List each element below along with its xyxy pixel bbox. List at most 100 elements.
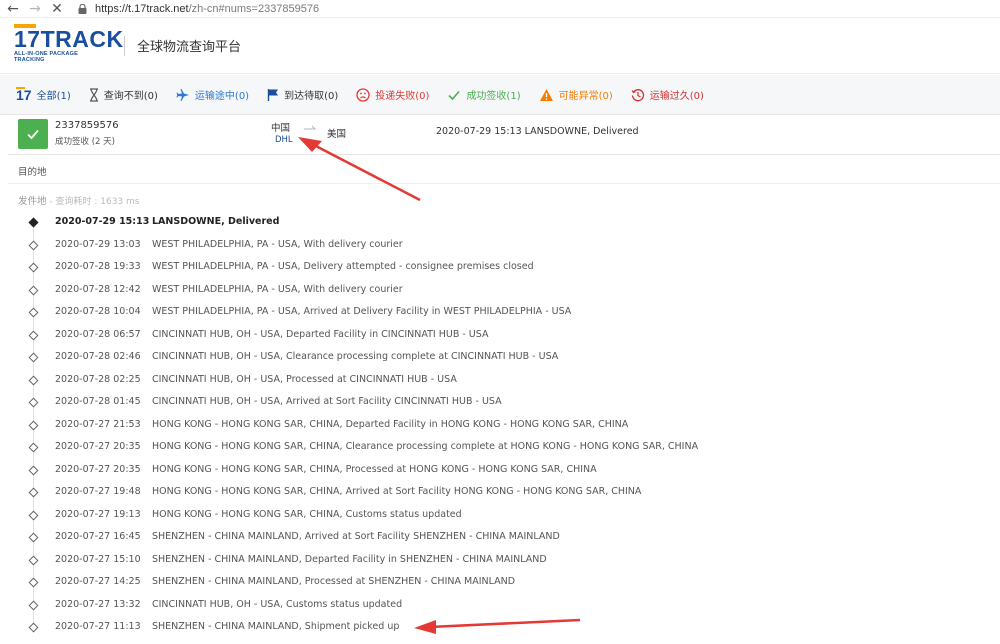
- tab-all[interactable]: 17 全部(1): [16, 75, 71, 115]
- event-datetime: 2020-07-28 12:42: [55, 283, 141, 295]
- tab-expired[interactable]: 运输过久(0): [631, 75, 704, 115]
- 17track-icon: 17: [16, 86, 32, 103]
- tab-label: 全部(1): [36, 91, 71, 102]
- timeline-event: 2020-07-29 15:13 LANSDOWNE, Delivered: [0, 211, 1000, 233]
- close-icon[interactable]: ✕: [48, 0, 66, 18]
- timeline-event: 2020-07-27 16:45 SHENZHEN - CHINA MAINLAN…: [0, 526, 1000, 548]
- event-description: SHENZHEN - CHINA MAINLAND, Shipment pick…: [152, 621, 400, 632]
- timeline-event: 2020-07-28 01:45 CINCINNATI HUB, OH - USA…: [0, 391, 1000, 413]
- logo-number: 17: [14, 26, 41, 52]
- event-datetime: 2020-07-27 16:45: [55, 531, 141, 542]
- timeline-event: 2020-07-28 19:33 WEST PHILADELPHIA, PA - …: [0, 256, 1000, 278]
- hourglass-icon: [89, 87, 99, 102]
- package-summary[interactable]: 2337859576 成功签收 (2 天) 中国 DHL 美国 2020-07-…: [8, 115, 1000, 155]
- timeline-event: 2020-07-27 20:35 HONG KONG - HONG KONG SA…: [0, 459, 1000, 481]
- event-datetime: 2020-07-28 01:45: [55, 396, 141, 407]
- timeline-diamond-icon: [28, 262, 39, 273]
- timeline-diamond-icon: [28, 285, 39, 295]
- address-bar[interactable]: https://t.17track.net/zh-cn#nums=2337859…: [78, 3, 319, 15]
- carrier-link[interactable]: DHL: [275, 135, 293, 145]
- timeline-event: 2020-07-28 02:46 CINCINNATI HUB, OH - USA…: [0, 346, 1000, 368]
- tab-in-transit[interactable]: 运输途中(0): [176, 75, 249, 115]
- timeline-event: 2020-07-29 13:03 WEST PHILADELPHIA, PA - …: [0, 234, 1000, 256]
- event-datetime: 2020-07-28 19:33: [55, 261, 141, 272]
- timeline-diamond-icon: [28, 217, 39, 228]
- timeline-event: 2020-07-27 19:13 HONG KONG - HONG KONG SA…: [0, 504, 1000, 526]
- tab-pickup[interactable]: 到达待取(0): [267, 75, 338, 115]
- timeline-diamond-icon: [28, 532, 39, 543]
- tab-label: 投递失败(0): [375, 91, 430, 102]
- timeline-diamond-icon: [28, 420, 39, 430]
- timeline-diamond-icon: [28, 600, 39, 610]
- event-datetime: 2020-07-28 10:04: [55, 306, 141, 317]
- timeline-event: 2020-07-27 13:32 CINCINNATI HUB, OH - USA…: [0, 594, 1000, 616]
- event-datetime: 2020-07-27 20:35: [55, 441, 141, 452]
- event-datetime: 2020-07-27 11:13: [55, 621, 141, 632]
- event-datetime: 2020-07-27 14:25: [55, 576, 141, 587]
- tracking-number[interactable]: 2337859576: [55, 120, 119, 131]
- timeline-diamond-icon: [28, 352, 39, 363]
- event-description: WEST PHILADELPHIA, PA - USA, Arrived at …: [152, 306, 572, 317]
- section-divider: [8, 183, 1000, 184]
- timeline-event: 2020-07-28 12:42 WEST PHILADELPHIA, PA - …: [0, 279, 1000, 301]
- event-description: CINCINNATI HUB, OH - USA, Departed Facil…: [152, 328, 489, 340]
- event-datetime: 2020-07-27 19:48: [55, 486, 141, 497]
- tab-alert[interactable]: 可能异常(0): [539, 75, 613, 115]
- event-description: HONG KONG - HONG KONG SAR, CHINA, Cleara…: [152, 441, 699, 452]
- tab-not-found[interactable]: 查询不到(0): [89, 75, 158, 115]
- query-time: - 查询耗时 : 1633 ms: [46, 197, 140, 207]
- back-arrow-icon[interactable]: ←: [4, 0, 22, 18]
- destination-section-label: 目的地: [18, 167, 47, 178]
- origin-country: 中国: [271, 123, 291, 134]
- event-description: HONG KONG - HONG KONG SAR, CHINA, Custom…: [152, 508, 462, 520]
- site-logo[interactable]: 17TRACK ALL-IN-ONE PACKAGE TRACKING: [14, 26, 123, 64]
- timeline-event: 2020-07-27 14:25 SHENZHEN - CHINA MAINLAN…: [0, 571, 1000, 593]
- event-datetime: 2020-07-27 21:53: [55, 418, 141, 430]
- forward-arrow-icon[interactable]: →: [26, 0, 44, 18]
- header-divider: [124, 35, 125, 56]
- event-description: HONG KONG - HONG KONG SAR, CHINA, Depart…: [152, 418, 629, 430]
- event-description: SHENZHEN - CHINA MAINLAND, Processed at …: [152, 576, 516, 587]
- event-datetime: 2020-07-27 19:13: [55, 508, 141, 520]
- url-path: /zh-cn#nums=2337859576: [188, 2, 320, 15]
- flag-icon: [267, 88, 279, 102]
- airplane-icon: [176, 88, 190, 102]
- url-host: https://t.17track.net: [95, 2, 189, 15]
- logo-tagline: ALL-IN-ONE PACKAGE TRACKING: [14, 51, 78, 63]
- tab-failed[interactable]: 投递失败(0): [356, 75, 429, 115]
- event-description: CINCINNATI HUB, OH - USA, Customs status…: [152, 598, 403, 610]
- timeline-event: 2020-07-27 11:13 SHENZHEN - CHINA MAINLAN…: [0, 616, 1000, 638]
- warning-icon: [539, 88, 554, 102]
- timeline-diamond-icon: [28, 397, 39, 408]
- tab-delivered[interactable]: 成功签收(1): [447, 75, 521, 115]
- history-clock-icon: [631, 88, 645, 102]
- latest-event: 2020-07-29 15:13 LANSDOWNE, Delivered: [436, 126, 639, 137]
- event-description: WEST PHILADELPHIA, PA - USA, With delive…: [152, 283, 403, 295]
- timeline-event: 2020-07-28 06:57 CINCINNATI HUB, OH - USA…: [0, 324, 1000, 346]
- event-description: HONG KONG - HONG KONG SAR, CHINA, Arrive…: [152, 486, 642, 497]
- timeline-diamond-icon: [28, 555, 39, 565]
- platform-title: 全球物流查询平台: [137, 40, 242, 55]
- destination-country: 美国: [327, 129, 347, 140]
- tab-label: 成功签收(1): [466, 91, 521, 102]
- logo-text: TRACK: [40, 26, 124, 52]
- event-description: CINCINNATI HUB, OH - USA, Clearance proc…: [152, 351, 559, 362]
- timeline-diamond-icon: [28, 330, 39, 340]
- event-datetime: 2020-07-29 13:03: [55, 238, 141, 250]
- event-description: CINCINNATI HUB, OH - USA, Processed at C…: [152, 373, 457, 385]
- sad-face-icon: [356, 87, 370, 102]
- timeline-event: 2020-07-28 02:25 CINCINNATI HUB, OH - USA…: [0, 369, 1000, 391]
- timeline-event: 2020-07-27 21:53 HONG KONG - HONG KONG SA…: [0, 414, 1000, 436]
- timeline-diamond-icon: [28, 465, 39, 475]
- event-datetime: 2020-07-27 20:35: [55, 463, 141, 475]
- event-datetime: 2020-07-28 02:46: [55, 351, 141, 362]
- package-status: 成功签收 (2 天): [55, 137, 115, 147]
- tab-label: 可能异常(0): [558, 91, 613, 102]
- tab-label: 到达待取(0): [284, 91, 339, 102]
- event-description: HONG KONG - HONG KONG SAR, CHINA, Proces…: [152, 463, 597, 475]
- timeline-diamond-icon: [28, 487, 39, 498]
- timeline-diamond-icon: [28, 375, 39, 385]
- timeline-diamond-icon: [28, 622, 39, 633]
- event-datetime: 2020-07-27 13:32: [55, 598, 141, 610]
- timeline-event: 2020-07-27 15:10 SHENZHEN - CHINA MAINLAN…: [0, 549, 1000, 571]
